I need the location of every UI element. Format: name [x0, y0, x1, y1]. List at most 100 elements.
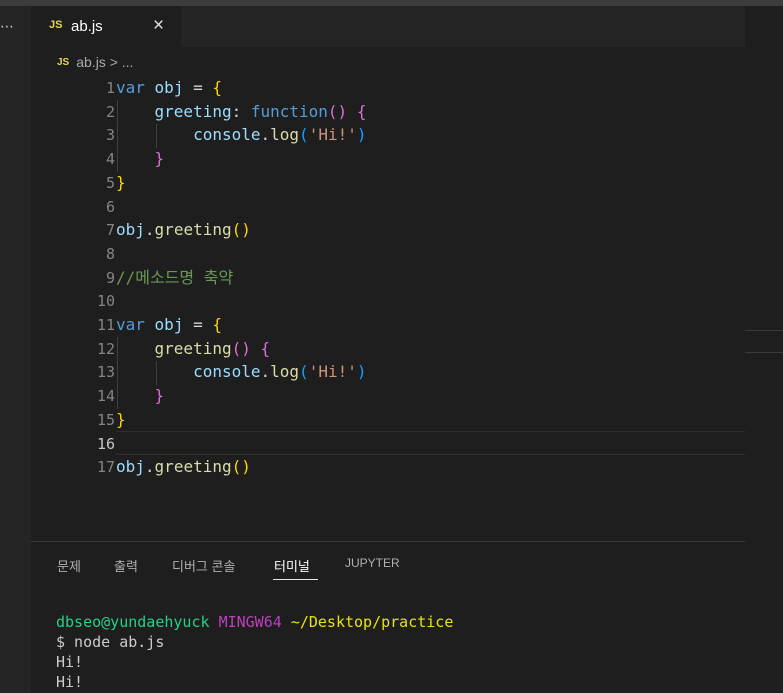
code-token: { — [212, 315, 222, 334]
panel-tab[interactable]: JUPYTER — [345, 556, 400, 570]
code-token: = — [183, 78, 213, 97]
panel-tab[interactable]: 출력 — [114, 556, 138, 575]
code-line[interactable]: 8 — [31, 242, 745, 266]
code-text: } — [116, 171, 126, 195]
code-token: () — [231, 220, 251, 240]
code-line[interactable]: 10 — [31, 289, 745, 313]
code-token: ) — [356, 125, 367, 145]
code-text: var obj = { — [116, 76, 222, 100]
code-token: var — [116, 315, 145, 334]
line-number: 13 — [96, 363, 115, 382]
line-number: 7 — [105, 221, 115, 240]
line-number: 12 — [96, 339, 115, 358]
panel-tab[interactable]: 터미널 — [274, 556, 310, 575]
line-number: 5 — [105, 173, 115, 192]
breadcrumb-more[interactable]: ... — [122, 54, 134, 70]
line-number: 2 — [105, 102, 115, 121]
code-token: { — [260, 338, 271, 358]
code-token: log — [270, 362, 300, 382]
code-token: greeting — [154, 101, 232, 121]
code-token: obj — [116, 457, 145, 477]
code-line[interactable]: 3 console.log('Hi!') — [31, 123, 745, 147]
code-token: . — [260, 125, 271, 145]
code-token: ( — [299, 362, 309, 382]
code-text: console.log('Hi!') — [116, 360, 366, 384]
terminal-command: $ node ab.js — [56, 633, 165, 651]
minimap-divider — [745, 330, 783, 331]
code-text: //메소드명 축약 — [116, 266, 233, 290]
code-line[interactable]: 4 } — [31, 147, 745, 171]
tab-ab-js[interactable]: JS ab.js × — [31, 6, 181, 48]
code-line[interactable]: 5} — [31, 171, 745, 195]
code-text: var obj = { — [116, 313, 222, 337]
code-token: } — [154, 386, 165, 406]
line-number: 1 — [105, 79, 115, 97]
code-token: () — [231, 338, 251, 358]
code-token: } — [116, 172, 126, 192]
code-text: greeting: function() { — [116, 100, 367, 124]
line-number: 3 — [105, 126, 115, 145]
code-token: } — [116, 409, 126, 429]
code-line[interactable]: 2 greeting: function() { — [31, 100, 745, 124]
breadcrumb-file[interactable]: ab.js — [76, 54, 106, 70]
code-token: var — [116, 78, 145, 97]
code-token: greeting — [154, 338, 232, 358]
code-token: . — [260, 362, 271, 382]
more-icon[interactable]: ⋯ — [0, 18, 15, 35]
line-number: 6 — [105, 197, 115, 216]
javascript-file-icon: JS — [57, 57, 70, 68]
code-token: { — [212, 78, 222, 97]
minimap-divider — [745, 352, 783, 353]
code-token: . — [144, 457, 155, 477]
code-token: //메소드명 축약 — [116, 267, 234, 287]
code-text: } — [116, 147, 165, 171]
panel-tab[interactable]: 디버그 콘솔 — [172, 556, 235, 575]
minimap-area[interactable] — [745, 6, 783, 693]
code-line[interactable]: 13 console.log('Hi!') — [31, 360, 745, 384]
code-line[interactable]: 16 — [31, 432, 745, 456]
code-token: { — [356, 101, 367, 121]
line-number: 11 — [96, 316, 115, 334]
close-icon[interactable]: × — [153, 15, 164, 37]
panel-divider — [31, 541, 745, 542]
code-token: greeting — [154, 220, 232, 240]
line-number: 8 — [105, 244, 115, 263]
activity-bar: ⋯ — [0, 6, 31, 693]
code-token: = — [183, 315, 213, 334]
code-line[interactable]: 9//메소드명 축약 — [31, 266, 745, 290]
code-line[interactable]: 7 obj.greeting() — [31, 218, 745, 242]
code-token: log — [270, 125, 300, 145]
panel-tab[interactable]: 문제 — [57, 556, 81, 575]
code-token: greeting — [154, 457, 232, 477]
terminal-output[interactable]: dbseo@yundaehyuck MINGW64 ~/Desktop/prac… — [56, 612, 453, 692]
code-line[interactable]: 14 } — [31, 384, 745, 408]
code-token: console — [193, 125, 261, 145]
line-number: 15 — [96, 410, 115, 429]
code-text: console.log('Hi!') — [116, 123, 367, 147]
code-line[interactable]: 17 obj.greeting() — [31, 455, 745, 479]
chevron-right-icon: > — [109, 54, 118, 70]
code-line[interactable]: 15} — [31, 408, 745, 432]
code-token: () — [327, 101, 348, 121]
code-token: obj — [116, 220, 145, 240]
code-token: . — [144, 220, 155, 240]
code-line[interactable]: 1 var obj = { — [31, 76, 745, 100]
code-text: obj.greeting() — [116, 455, 251, 479]
code-line[interactable]: 12 greeting() { — [31, 337, 745, 361]
line-number: 4 — [105, 150, 115, 169]
code-line[interactable]: 6 — [31, 195, 745, 219]
breadcrumb[interactable]: JS ab.js > ... — [57, 54, 133, 72]
code-text: } — [116, 408, 126, 432]
code-token: 'Hi!' — [308, 125, 357, 145]
line-number: 17 — [96, 458, 115, 477]
javascript-file-icon: JS — [49, 19, 63, 31]
code-token: ( — [299, 125, 309, 145]
code-line[interactable]: 11 var obj = { — [31, 313, 745, 337]
